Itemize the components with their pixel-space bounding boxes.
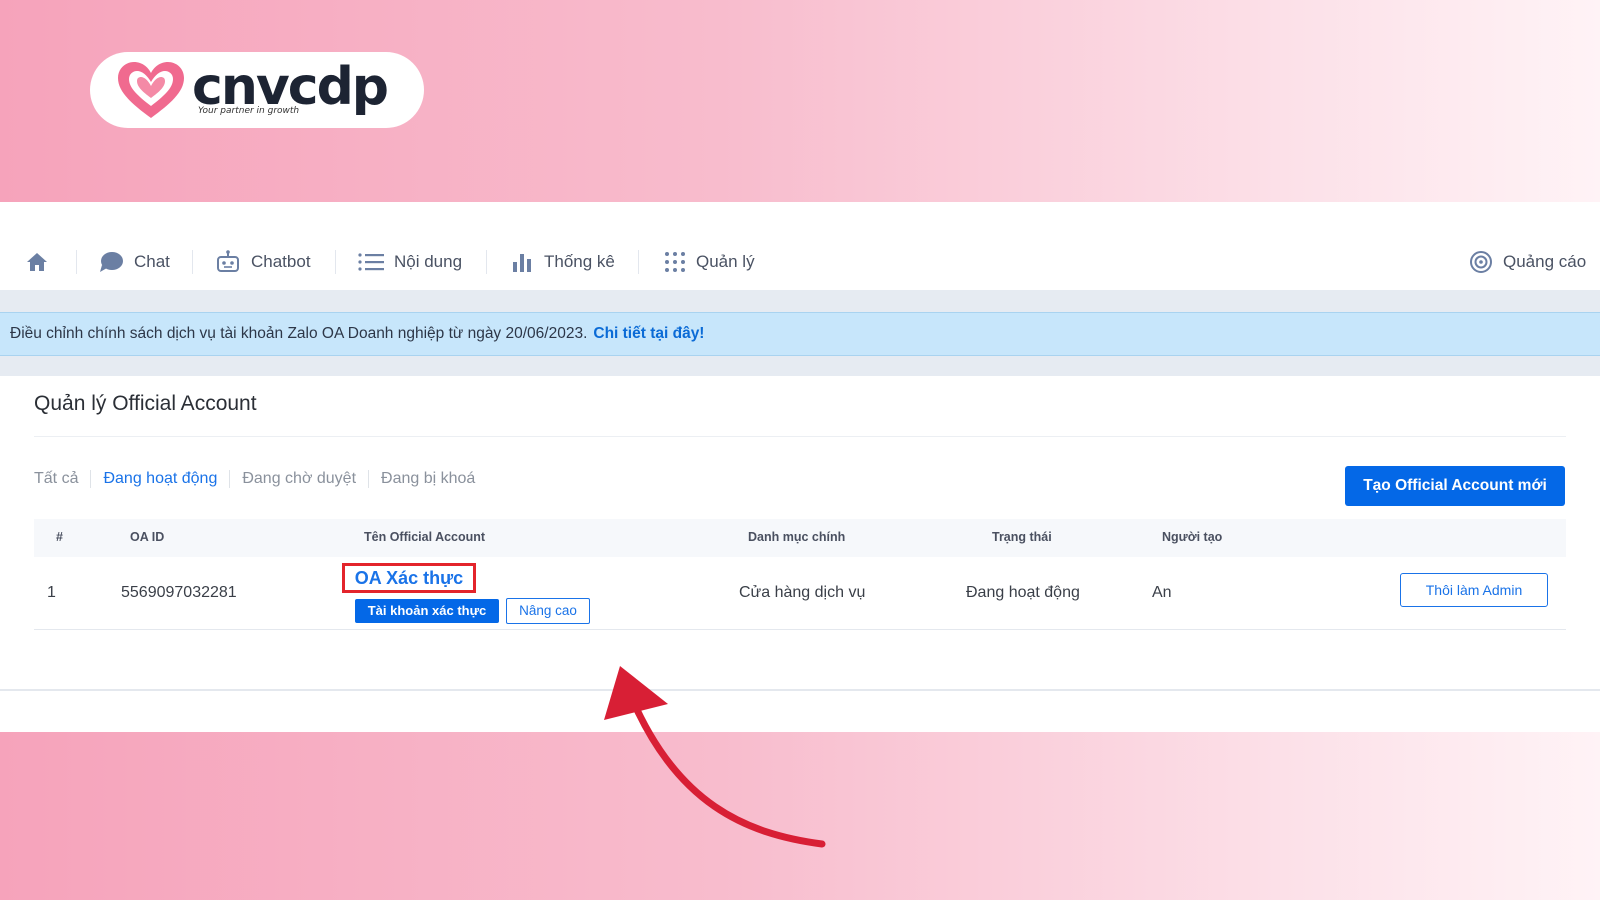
nav-statistics[interactable]: Thống kê — [512, 248, 615, 276]
row-index: 1 — [47, 584, 56, 601]
status-filter-tabs: Tất cả Đang hoạt động Đang chờ duyệt Đan… — [34, 470, 475, 488]
divider — [34, 436, 1566, 437]
target-icon — [1470, 251, 1492, 273]
nav-manage-label: Quản lý — [696, 252, 755, 271]
nav-chatbot[interactable]: Chatbot — [215, 248, 311, 276]
create-official-account-button[interactable]: Tạo Official Account mới — [1345, 466, 1565, 506]
verified-account-badge: Tài khoản xác thực — [355, 599, 499, 623]
chat-bubble-icon — [100, 252, 123, 272]
annotation-arrow-icon — [604, 666, 826, 848]
notice-details-link[interactable]: Chi tiết tại đây! — [593, 325, 704, 342]
filter-pending[interactable]: Đang chờ duyệt — [242, 470, 356, 488]
nav-content-label: Nội dung — [394, 252, 463, 271]
row-creator: An — [1152, 584, 1172, 601]
home-icon — [27, 253, 47, 271]
nav-chat[interactable]: Chat — [98, 248, 170, 276]
page-title: Quản lý Official Account — [34, 392, 257, 415]
nav-content[interactable]: Nội dung — [358, 248, 462, 276]
nav-ads[interactable]: Quảng cáo — [1469, 248, 1586, 276]
column-header-oa-name: Tên Official Account — [364, 530, 486, 544]
row-oa-id: 5569097032281 — [121, 584, 237, 601]
logo-tagline: Your partner in growth — [198, 106, 300, 116]
filter-active[interactable]: Đang hoạt động — [103, 470, 217, 488]
column-header-status: Trạng thái — [992, 530, 1052, 544]
table-row: 1 5569097032281 OA Xác thực Tài khoản xá… — [34, 557, 1566, 630]
nav-ads-label: Quảng cáo — [1503, 252, 1587, 271]
table-header: # OA ID Tên Official Account Danh mục ch… — [34, 519, 1566, 557]
row-category: Cửa hàng dịch vụ — [739, 584, 866, 601]
column-header-creator: Người tạo — [1162, 530, 1223, 544]
filter-locked[interactable]: Đang bị khoá — [381, 470, 475, 488]
leave-admin-button[interactable]: Thôi làm Admin — [1400, 573, 1548, 607]
column-header-index: # — [56, 530, 63, 544]
list-icon — [358, 253, 384, 271]
row-status: Đang hoạt động — [966, 584, 1080, 601]
heart-logo-icon — [118, 62, 184, 118]
bar-chart-icon — [513, 254, 531, 272]
oa-name-link[interactable]: OA Xác thực — [342, 563, 476, 593]
robot-icon — [217, 250, 239, 272]
column-header-oa-id: OA ID — [130, 530, 165, 544]
policy-notice-banner: Điều chỉnh chính sách dịch vụ tài khoản … — [0, 312, 1600, 356]
nav-chatbot-label: Chatbot — [251, 252, 311, 271]
advanced-tier-badge: Nâng cao — [506, 598, 590, 624]
top-nav: Chat Chatbot Nội dung Thống kê Quản lý Q… — [0, 202, 1600, 290]
nav-chat-label: Chat — [134, 252, 170, 271]
column-header-category: Danh mục chính — [748, 530, 846, 544]
filter-all[interactable]: Tất cả — [34, 470, 78, 488]
brand-logo: cnvcdp Your partner in growth — [90, 52, 424, 128]
grid-icon — [665, 252, 685, 272]
notice-text: Điều chỉnh chính sách dịch vụ tài khoản … — [10, 325, 588, 342]
nav-home[interactable] — [26, 248, 58, 276]
nav-statistics-label: Thống kê — [544, 252, 615, 271]
nav-manage[interactable]: Quản lý — [664, 248, 755, 276]
zalo-oa-panel: Chat Chatbot Nội dung Thống kê Quản lý Q… — [0, 202, 1600, 732]
